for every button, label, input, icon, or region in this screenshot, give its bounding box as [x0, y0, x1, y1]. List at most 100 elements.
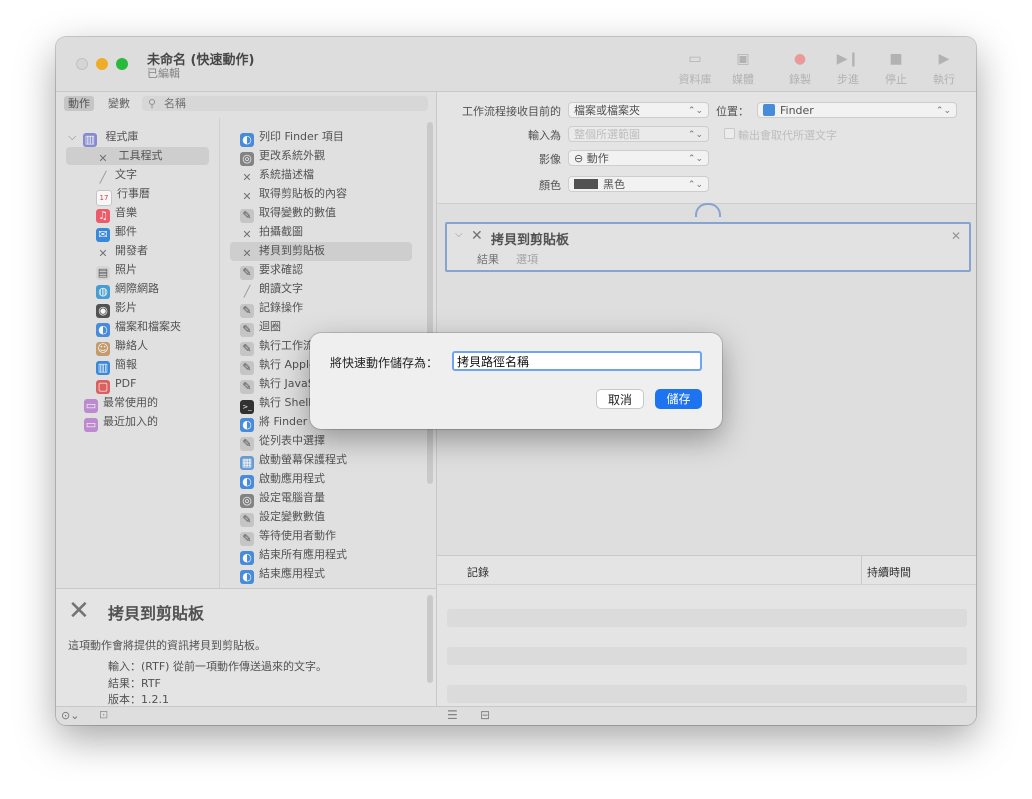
- replace-output-checkbox[interactable]: [724, 128, 735, 139]
- cancel-button[interactable]: 取消: [596, 389, 644, 409]
- library-item-utilities[interactable]: ✕ 工具程式: [66, 147, 209, 165]
- card-tab-options[interactable]: 選項: [516, 251, 538, 267]
- action-item[interactable]: ▦ 啟動螢幕保護程式: [240, 451, 347, 470]
- search-input[interactable]: [164, 96, 414, 111]
- presentation-icon: ▥: [96, 361, 110, 375]
- library-item[interactable]: ☺ 聯絡人: [96, 337, 148, 356]
- photo-icon: ▣: [736, 51, 750, 67]
- action-item[interactable]: ✎ 執行 Apple: [240, 356, 316, 375]
- library-item[interactable]: ♫ 音樂: [96, 204, 137, 223]
- color-label: 顏色: [539, 179, 561, 192]
- log-column-duration[interactable]: 持續時間: [867, 564, 911, 580]
- list-view-icon[interactable]: ☰: [447, 708, 458, 722]
- automator-icon: ✎: [240, 304, 254, 318]
- library-item[interactable]: 17 行事曆: [96, 185, 150, 206]
- library-item[interactable]: ▥ 簡報: [96, 356, 137, 375]
- action-item[interactable]: ◐ 啟動應用程式: [240, 470, 325, 489]
- library-root-item[interactable]: ⌵ ▥ 程式庫: [68, 128, 138, 147]
- toolbar-step-button[interactable]: ▶❙ 步進: [826, 49, 870, 87]
- zoom-window-button[interactable]: [116, 58, 128, 70]
- tools-icon: ✕: [68, 596, 90, 626]
- close-window-button[interactable]: [76, 58, 88, 70]
- library-item[interactable]: ▤ 照片: [96, 261, 137, 280]
- action-item[interactable]: ✕ 拍攝截圖: [240, 223, 303, 241]
- toolbar-stop-button[interactable]: ■ 停止: [874, 49, 918, 87]
- library-smart-folder[interactable]: ▭ 最常使用的: [84, 394, 158, 413]
- library-item[interactable]: ◐ 檔案和檔案夾: [96, 318, 181, 337]
- action-item[interactable]: ✕ 取得剪貼板的內容: [240, 185, 347, 203]
- action-item[interactable]: ◐ 結束應用程式: [240, 565, 325, 584]
- action-item[interactable]: ✕ 拷貝到剪貼板: [240, 242, 325, 260]
- toolbar-run-button[interactable]: ▶ 執行: [922, 49, 966, 87]
- library-item[interactable]: ╱ 文字: [96, 166, 137, 184]
- workflow-connector: [695, 203, 721, 217]
- action-item[interactable]: >_ 執行 Shell: [240, 394, 311, 414]
- action-item[interactable]: ✎ 要求確認: [240, 261, 303, 280]
- location-popup[interactable]: Finder ⌃⌄: [757, 102, 957, 118]
- step-icon: ▶❙: [836, 51, 860, 67]
- more-options-icon[interactable]: ⊙⌄: [61, 709, 79, 722]
- sidebar-icon: ▭: [688, 51, 702, 67]
- popup-chevron-icon: ⌃⌄: [687, 130, 703, 140]
- tools-icon: ✕: [242, 247, 252, 260]
- minimize-window-button[interactable]: [96, 58, 108, 70]
- library-smart-folder[interactable]: ▭ 最近加入的: [84, 413, 158, 432]
- search-icon: ⚲: [148, 97, 157, 110]
- action-item[interactable]: ◐ 將 Finder: [240, 413, 307, 432]
- toolbar-record-button[interactable]: ● 錄製: [778, 49, 822, 87]
- action-item[interactable]: ✎ 執行 JavaS: [240, 375, 315, 394]
- action-item[interactable]: ✎ 設定變數數值: [240, 508, 325, 527]
- toolbar-library-button[interactable]: ▭ 資料庫: [673, 49, 717, 87]
- action-item[interactable]: ◎ 更改系統外觀: [240, 147, 325, 166]
- action-item[interactable]: ╱ 朗讀文字: [240, 280, 303, 298]
- description-input: 輸入：(RTF) 從前一項動作傳送過來的文字。: [108, 660, 327, 673]
- library-item[interactable]: ✉ 郵件: [96, 223, 137, 242]
- action-item[interactable]: ◐ 結束所有應用程式: [240, 546, 347, 565]
- system-prefs-icon: ◎: [240, 152, 254, 166]
- collapse-chevron-icon[interactable]: ⌵: [455, 229, 463, 240]
- library-item[interactable]: ◍ 網際網路: [96, 280, 159, 299]
- library-item[interactable]: ◉ 影片: [96, 299, 137, 318]
- split-view-icon[interactable]: ⊟: [480, 708, 490, 722]
- automator-icon: ✎: [240, 437, 254, 451]
- disclosure-chevron-icon[interactable]: ⌵: [68, 130, 76, 143]
- log-column-log[interactable]: 記錄: [467, 564, 489, 580]
- save-quick-action-dialog: 將快速動作儲存為： 取消 儲存: [310, 333, 722, 429]
- folder-icon: ▭: [84, 418, 98, 432]
- color-swatch: [574, 179, 598, 189]
- action-item[interactable]: ✎ 等待使用者動作: [240, 527, 336, 546]
- log-panel: 記錄 持續時間: [437, 555, 976, 707]
- action-item[interactable]: ◎ 設定電腦音量: [240, 489, 325, 508]
- action-item[interactable]: ✎ 記錄操作: [240, 299, 303, 318]
- developer-icon: ✕: [98, 247, 108, 260]
- library-item[interactable]: ✕ 開發者: [96, 242, 148, 260]
- screensaver-icon: ▦: [240, 456, 254, 470]
- tab-variables[interactable]: 變數: [104, 96, 134, 111]
- tab-actions[interactable]: 動作: [64, 96, 94, 111]
- window-subtitle: 已編輯: [147, 67, 180, 80]
- receives-popup[interactable]: 檔案或檔案夾 ⌃⌄: [568, 102, 709, 118]
- action-item[interactable]: ✎ 迴圈: [240, 318, 281, 337]
- save-name-input[interactable]: [452, 351, 702, 371]
- action-item[interactable]: ✎ 從列表中選擇: [240, 432, 325, 451]
- description-toggle-icon[interactable]: ⊡: [99, 708, 108, 721]
- internet-icon: ◍: [96, 285, 110, 299]
- action-item[interactable]: ✎ 取得變數的數值: [240, 204, 336, 223]
- description-scrollbar[interactable]: [427, 595, 433, 683]
- toolbar-media-button[interactable]: ▣ 媒體: [721, 49, 765, 87]
- image-popup[interactable]: ⊖ 動作 ⌃⌄: [568, 150, 709, 166]
- action-item[interactable]: ✎ 執行工作流: [240, 337, 314, 356]
- library-search[interactable]: ⚲: [142, 96, 428, 111]
- action-item[interactable]: ✕ 系統描述檔: [240, 166, 314, 184]
- image-label: 影像: [539, 153, 561, 166]
- actions-scrollbar[interactable]: [427, 122, 433, 484]
- action-item[interactable]: ◐ 列印 Finder 項目: [240, 128, 344, 147]
- save-button[interactable]: 儲存: [655, 389, 702, 409]
- close-icon[interactable]: ✕: [951, 229, 961, 243]
- color-popup[interactable]: 黑色 ⌃⌄: [568, 176, 709, 192]
- automator-icon: ✎: [240, 209, 254, 223]
- terminal-icon: >_: [240, 400, 254, 414]
- card-tab-results[interactable]: 結果: [477, 251, 499, 267]
- library-item[interactable]: ▢ PDF: [96, 375, 136, 394]
- action-card-copy-to-clipboard[interactable]: ⌵ ✕ 拷貝到剪貼板 ✕ 結果 選項: [445, 222, 971, 272]
